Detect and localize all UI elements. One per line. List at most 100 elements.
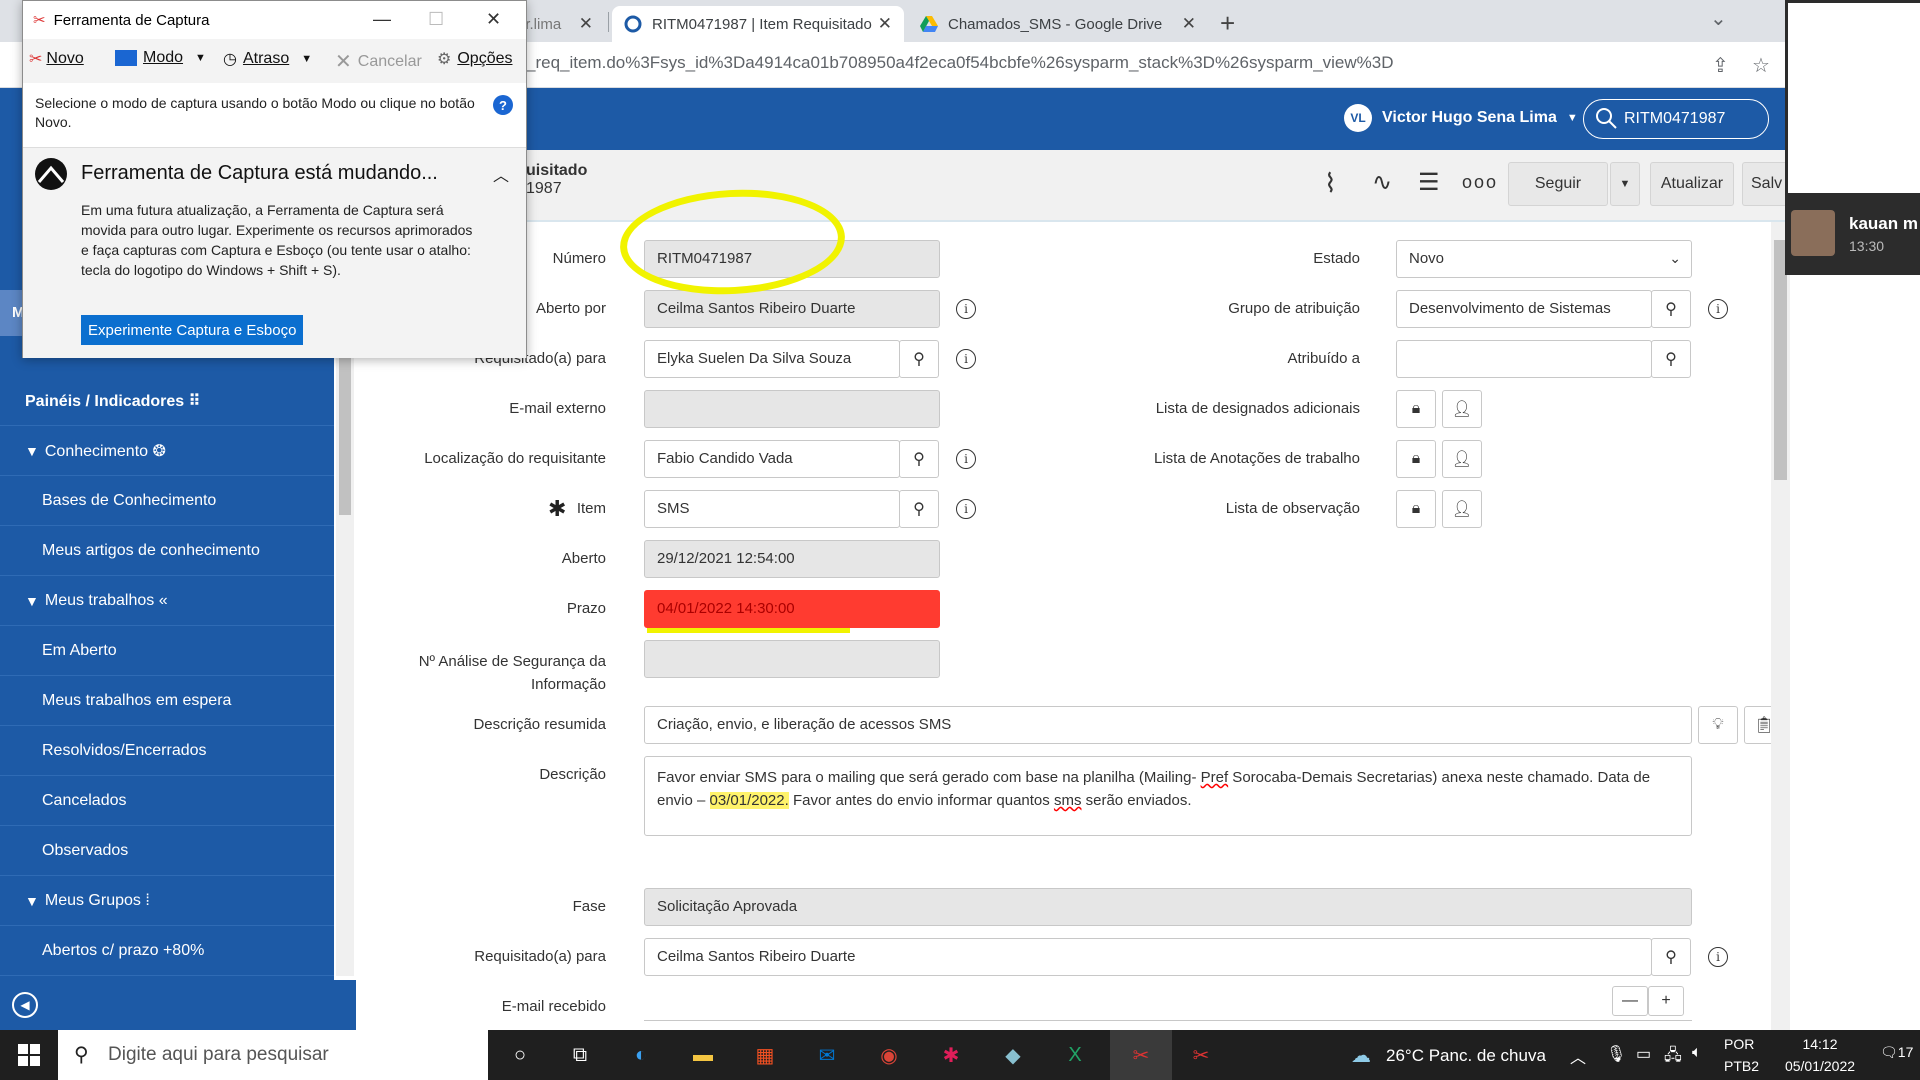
nav-item-paineis[interactable]: Painéis / Indicadores ⠿	[0, 376, 334, 426]
cortana-icon[interactable]: ○	[505, 1040, 535, 1070]
language-indicator[interactable]: POR PTB2	[1724, 1036, 1759, 1074]
file-explorer-icon[interactable]: ▬	[688, 1040, 718, 1070]
chevron-up-icon[interactable]: ︿	[493, 162, 509, 186]
descricao-textarea[interactable]: Favor enviar SMS para o mailing que será…	[644, 756, 1692, 836]
nav-item-bases[interactable]: Bases de Conhecimento	[0, 476, 334, 526]
item-lookup-button[interactable]: ⚲	[899, 490, 939, 528]
anotacoes-add-me-button[interactable]: 👤︎	[1442, 440, 1482, 478]
tab-close-icon[interactable]: ✕	[1182, 14, 1196, 34]
battery-icon[interactable]: ▭	[1636, 1044, 1651, 1064]
user-menu[interactable]: VL Victor Hugo Sena Lima ▼	[1344, 104, 1578, 132]
localizacao-info-button[interactable]: i	[946, 440, 986, 478]
grupo-info-button[interactable]: i	[1698, 290, 1738, 328]
windows-start-icon[interactable]	[14, 1040, 44, 1070]
observacao-add-me-button[interactable]: 👤︎	[1442, 490, 1482, 528]
snip-title-bar[interactable]: ✂ Ferramenta de Captura	[23, 1, 526, 39]
form-scrollbar-thumb[interactable]	[1774, 240, 1787, 480]
new-tab-button[interactable]: +	[1220, 8, 1235, 39]
nav-item-prazo-80[interactable]: Abertos c/ prazo +80%	[0, 926, 334, 976]
nav-section-meus-grupos[interactable]: ▼ Meus Grupos ⁞	[0, 876, 334, 926]
excel-icon[interactable]: X	[1060, 1040, 1090, 1070]
aberto-field[interactable]: 29/12/2021 12:54:00	[644, 540, 940, 578]
follow-button[interactable]: Seguir	[1508, 162, 1608, 206]
update-button[interactable]: Atualizar	[1650, 162, 1734, 206]
tab-close-icon[interactable]: ✕	[579, 14, 593, 34]
clock[interactable]: 14:12 05/01/2022	[1770, 1036, 1870, 1074]
email-externo-field[interactable]	[644, 390, 940, 428]
collapse-minus-button[interactable]: —	[1612, 986, 1648, 1016]
slack-icon[interactable]: ✱	[936, 1040, 966, 1070]
nav-section-meus-trabalhos[interactable]: ▼ Meus trabalhos «	[0, 576, 334, 626]
aberto-por-field[interactable]: Ceilma Santos Ribeiro Duarte	[644, 290, 940, 328]
edge-icon[interactable]: ◐	[626, 1040, 656, 1070]
nav-item-em-espera[interactable]: Meus trabalhos em espera	[0, 676, 334, 726]
snip-new-button[interactable]: ✂ Novo	[29, 49, 84, 69]
expand-plus-button[interactable]: +	[1648, 986, 1684, 1016]
try-snip-sketch-button[interactable]: Experimente Captura e Esboço	[81, 315, 304, 345]
tab-list-icon[interactable]: ⌄	[1710, 6, 1727, 31]
taskbar-search-input[interactable]: ⚲ Digite aqui para pesquisar	[58, 1030, 488, 1080]
requisitado-info-button[interactable]: i	[946, 340, 986, 378]
requisitado-lookup-button[interactable]: ⚲	[899, 340, 939, 378]
browser-tab[interactable]: Chamados_SMS - Google Drive ✕	[908, 6, 1208, 42]
global-search-input[interactable]: RITM0471987	[1583, 99, 1769, 139]
anotacoes-lock-button[interactable]: 🔒︎	[1396, 440, 1436, 478]
snip-options-button[interactable]: ⚙ Opções	[437, 49, 512, 69]
requisitado-2-lookup-button[interactable]: ⚲	[1651, 938, 1691, 976]
video-call-thumbnail[interactable]: kauan m 13:30	[1785, 0, 1920, 275]
requisitado-para-2-field[interactable]: Ceilma Santos Ribeiro Duarte	[644, 938, 1652, 976]
bookmark-star-icon[interactable]: ☆	[1752, 53, 1770, 78]
nav-item-resolvidos[interactable]: Resolvidos/Encerrados	[0, 726, 334, 776]
grupo-atribuicao-field[interactable]: Desenvolvimento de Sistemas	[1396, 290, 1652, 328]
share-icon[interactable]: ⇪	[1712, 53, 1729, 78]
item-field[interactable]: SMS	[644, 490, 900, 528]
fase-field[interactable]: Solicitação Aprovada	[644, 888, 1692, 926]
nav-item-meus-artigos[interactable]: Meus artigos de conhecimento	[0, 526, 334, 576]
snip-mode-button[interactable]: Modo ▼	[115, 49, 206, 67]
atribuido-a-field[interactable]	[1396, 340, 1652, 378]
save-button[interactable]: Salv	[1742, 162, 1790, 206]
more-options-icon[interactable]: ooo	[1462, 172, 1498, 193]
prazo-field[interactable]: 04/01/2022 14:30:00	[644, 590, 940, 628]
mail-icon[interactable]: ✉	[812, 1040, 842, 1070]
nav-section-conhecimento[interactable]: ▼ Conhecimento ❂	[0, 426, 334, 476]
activity-icon[interactable]: ∿	[1372, 168, 1392, 197]
localizacao-lookup-button[interactable]: ⚲	[899, 440, 939, 478]
task-view-icon[interactable]: ⧉	[565, 1040, 595, 1070]
snip-delay-button[interactable]: ◷ Atraso ▼	[223, 49, 312, 69]
attachment-icon[interactable]: ⌇	[1324, 168, 1337, 199]
tab-close-icon[interactable]: ✕	[878, 14, 892, 34]
requisitado-para-field[interactable]: Elyka Suelen Da Silva Souza	[644, 340, 900, 378]
network-icon[interactable]: 🖧︎	[1664, 1044, 1682, 1071]
help-icon[interactable]: ?	[493, 95, 513, 115]
atribuido-lookup-button[interactable]: ⚲	[1651, 340, 1691, 378]
chrome-icon[interactable]: ◉	[874, 1040, 904, 1070]
nav-item-observados[interactable]: Observados	[0, 826, 334, 876]
weather-text[interactable]: 26°C Panc. de chuva	[1386, 1046, 1546, 1066]
grupo-lookup-button[interactable]: ⚲	[1651, 290, 1691, 328]
descricao-resumida-field[interactable]: Criação, envio, e liberação de acessos S…	[644, 706, 1692, 744]
store-icon[interactable]: ▦	[750, 1040, 780, 1070]
designados-add-me-button[interactable]: 👤︎	[1442, 390, 1482, 428]
item-info-button[interactable]: i	[946, 490, 986, 528]
app-icon[interactable]: ◆	[998, 1040, 1028, 1070]
browser-tab-active[interactable]: RITM0471987 | Item Requisitado ✕	[612, 6, 904, 42]
personalize-icon[interactable]: ☰	[1418, 168, 1440, 197]
nav-item-cancelados[interactable]: Cancelados	[0, 776, 334, 826]
snipping-tool-taskbar-icon[interactable]: ✂	[1126, 1040, 1156, 1070]
observacao-lock-button[interactable]: 🔒︎	[1396, 490, 1436, 528]
localizacao-field[interactable]: Fabio Candido Vada	[644, 440, 900, 478]
microphone-icon[interactable]: 🎙︎	[1606, 1044, 1626, 1064]
collapse-nav-icon[interactable]: ◀	[12, 992, 38, 1018]
notification-icon[interactable]: 🗨︎17	[1880, 1044, 1913, 1061]
designados-lock-button[interactable]: 🔒︎	[1396, 390, 1436, 428]
tray-chevron-icon[interactable]: ︿	[1570, 1044, 1586, 1068]
nav-item-em-aberto[interactable]: Em Aberto	[0, 626, 334, 676]
analise-seguranca-field[interactable]	[644, 640, 940, 678]
aberto-por-info-button[interactable]: i	[946, 290, 986, 328]
estado-select[interactable]: Novo ⌄	[1396, 240, 1692, 278]
requisitado-2-info-button[interactable]: i	[1698, 938, 1738, 976]
volume-icon[interactable]: 🔈︎	[1692, 1044, 1702, 1062]
snipping-tool-window[interactable]: ✂ Ferramenta de Captura — ☐ ✕ ✂ Novo Modo…	[22, 0, 527, 358]
suggestion-button[interactable]: 💡︎	[1698, 706, 1738, 744]
